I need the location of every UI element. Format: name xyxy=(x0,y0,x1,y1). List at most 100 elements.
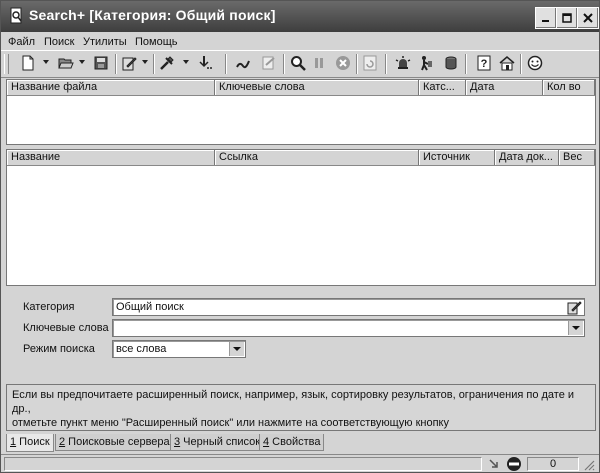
column-header-name[interactable]: Название xyxy=(7,150,215,165)
tab-properties-label: Свойства xyxy=(269,436,321,448)
download-arrow-icon xyxy=(489,459,498,468)
resize-grip-icon[interactable] xyxy=(583,459,595,471)
import-icon xyxy=(199,56,213,69)
edit-doc-button[interactable] xyxy=(260,54,278,72)
help-icon: ? xyxy=(477,55,491,71)
tab-search-servers-label: Поисковые сервера xyxy=(65,436,170,448)
category-value: Общий поиск xyxy=(116,301,184,313)
hint-line-2: отметьте пункт меню "Расширенный поиск" … xyxy=(12,417,449,429)
tools-button[interactable] xyxy=(158,54,176,72)
app-icon xyxy=(10,7,22,24)
stop-button[interactable] xyxy=(334,54,352,72)
tab-search[interactable]: 1 Поиск xyxy=(6,434,54,452)
app-window: Search+ [Категория: Общий поиск] Файл По… xyxy=(0,0,600,473)
svg-text:?: ? xyxy=(481,58,488,70)
smiley-button[interactable] xyxy=(526,54,544,72)
column-header-count[interactable]: Кол во xyxy=(543,80,595,95)
toolbar-separator xyxy=(153,54,154,74)
menu-help[interactable]: Помощь xyxy=(135,36,178,48)
wand-icon xyxy=(236,60,250,69)
category-dropdown-arrow[interactable] xyxy=(142,60,148,64)
column-header-source[interactable]: Источник xyxy=(419,150,495,165)
tools-dropdown-arrow[interactable] xyxy=(183,60,189,64)
toolbar: ? xyxy=(1,50,599,78)
pause-button[interactable] xyxy=(310,54,328,72)
smiley-icon xyxy=(527,55,543,71)
toolbar-grip[interactable] xyxy=(4,54,9,74)
bottom-tabs: 1 Поиск 2 Поисковые сервера 3 Черный спи… xyxy=(6,434,596,452)
menu-search[interactable]: Поиск xyxy=(44,36,74,48)
status-counter: 0 xyxy=(527,457,579,471)
column-header-category[interactable]: Катс... xyxy=(419,80,466,95)
maximize-button[interactable] xyxy=(556,7,578,29)
stop-status-icon xyxy=(507,457,521,471)
alarm-button[interactable] xyxy=(394,54,412,72)
new-dropdown-arrow[interactable] xyxy=(43,60,49,64)
title-bar: Search+ [Категория: Общий поиск] xyxy=(1,1,599,32)
search-mode-label: Режим поиска xyxy=(23,343,95,355)
menu-bar: Файл Поиск Утилиты Помощь xyxy=(1,33,599,50)
toolbar-separator xyxy=(520,54,521,74)
tab-properties[interactable]: 4 Свойства xyxy=(259,434,325,451)
column-header-filename[interactable]: Название файла xyxy=(7,80,215,95)
results-list-header: Название Ссылка Источник Дата док... Вес xyxy=(7,150,595,166)
refresh-button[interactable] xyxy=(361,54,379,72)
open-folder-icon xyxy=(58,58,74,69)
files-list[interactable]: Название файла Ключевые слова Катс... Да… xyxy=(6,79,596,145)
hint-panel: Если вы предпочитаете расширенный поиск,… xyxy=(6,384,596,431)
keywords-combobox[interactable] xyxy=(112,319,585,337)
chevron-down-icon xyxy=(572,326,580,330)
column-header-keywords[interactable]: Ключевые слова xyxy=(215,80,419,95)
refresh-icon xyxy=(363,55,377,71)
close-button[interactable] xyxy=(577,7,599,29)
alarm-icon xyxy=(395,56,411,69)
search-form: Категория Общий поиск Ключевые слова Реж… xyxy=(6,291,596,381)
search-mode-value: все слова xyxy=(116,343,167,355)
category-field[interactable]: Общий поиск xyxy=(112,298,585,316)
open-button[interactable] xyxy=(57,54,75,72)
keywords-label: Ключевые слова xyxy=(23,322,109,334)
walking-person-icon xyxy=(421,56,432,71)
search-button[interactable] xyxy=(289,54,307,72)
toolbar-separator xyxy=(283,54,284,74)
save-button[interactable] xyxy=(92,54,110,72)
search-mode-select[interactable]: все слова xyxy=(112,340,246,358)
minimize-icon xyxy=(542,20,549,22)
status-bar: 0 xyxy=(1,454,599,473)
search-mode-dropdown-button[interactable] xyxy=(229,342,244,356)
results-list[interactable]: Название Ссылка Источник Дата док... Вес xyxy=(6,149,596,286)
tab-search-servers[interactable]: 2 Поисковые сервера xyxy=(55,434,174,451)
column-header-doc-date[interactable]: Дата док... xyxy=(495,150,559,165)
keywords-dropdown-button[interactable] xyxy=(568,321,583,335)
tab-blacklist[interactable]: 3 Черный список xyxy=(170,434,265,451)
category-picker-icon[interactable] xyxy=(566,300,582,315)
home-icon xyxy=(499,56,515,71)
maximize-icon xyxy=(562,13,572,23)
open-dropdown-arrow[interactable] xyxy=(79,60,85,64)
new-button[interactable] xyxy=(19,54,37,72)
toolbar-separator xyxy=(225,54,226,74)
help-button[interactable]: ? xyxy=(475,54,493,72)
stop-icon xyxy=(336,56,350,70)
pause-icon xyxy=(315,58,323,68)
home-button[interactable] xyxy=(498,54,516,72)
save-icon xyxy=(94,56,108,70)
toolbar-separator xyxy=(465,54,466,74)
toolbar-separator xyxy=(385,54,386,74)
wizard-button[interactable] xyxy=(234,54,252,72)
column-header-date[interactable]: Дата xyxy=(466,80,543,95)
minimize-button[interactable] xyxy=(535,7,557,29)
column-header-link[interactable]: Ссылка xyxy=(215,150,419,165)
menu-utilities[interactable]: Утилиты xyxy=(83,36,127,48)
database-icon xyxy=(445,56,457,70)
toolbar-separator xyxy=(115,54,116,74)
tools-icon xyxy=(160,56,174,70)
category-label: Категория xyxy=(23,301,75,313)
person-button[interactable] xyxy=(417,54,435,72)
edit-doc-icon xyxy=(262,56,275,70)
category-edit-button[interactable] xyxy=(120,54,138,72)
column-header-weight[interactable]: Вес xyxy=(559,150,595,165)
menu-file[interactable]: Файл xyxy=(8,36,35,48)
database-button[interactable] xyxy=(442,54,460,72)
import-button[interactable] xyxy=(197,54,215,72)
